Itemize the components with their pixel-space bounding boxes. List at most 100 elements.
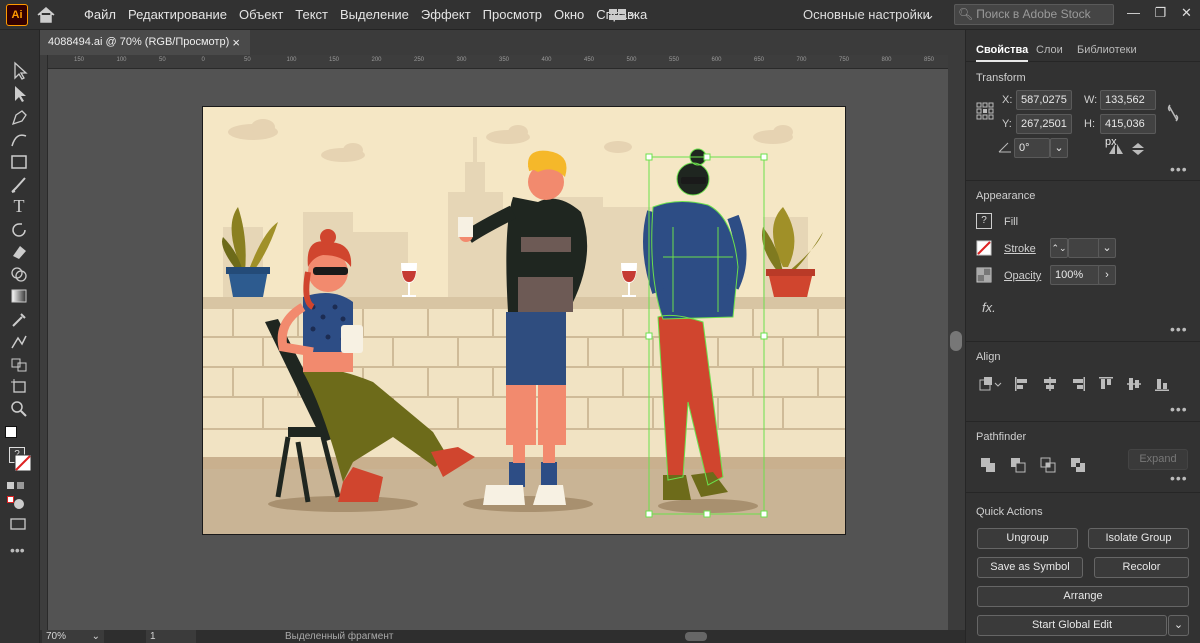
eyedropper-tool-icon[interactable] [8,309,30,329]
recolor-button[interactable]: Recolor [1094,557,1189,578]
rotation-angle-field[interactable]: 0° [1014,138,1050,158]
stroke-weight-stepper[interactable]: ⌃⌄ [1050,238,1068,258]
curvature-tool-icon[interactable] [8,130,30,150]
ruler-tick-label: 250 [414,57,425,63]
artboard[interactable] [202,106,846,535]
menu-view[interactable]: Просмотр [477,0,548,30]
isolate-group-button[interactable]: Isolate Group [1088,528,1189,549]
align-right-icon[interactable] [1070,376,1086,392]
rectangle-tool-icon[interactable] [8,152,30,172]
draw-mode-icon[interactable] [8,494,30,514]
artboard-number-field[interactable]: 1 [146,630,196,643]
tab-layers[interactable]: Слои [1036,40,1063,62]
default-colors-icon[interactable] [5,426,17,438]
stroke-label[interactable]: Stroke [1004,239,1036,259]
menu-file[interactable]: Файл [78,0,122,30]
arrange-documents-icon[interactable] [608,7,636,23]
pathfinder-intersect-icon[interactable] [1040,457,1056,473]
start-global-edit-button[interactable]: Start Global Edit [977,615,1167,636]
opacity-field[interactable]: 100% [1050,265,1100,285]
pen-tool-icon[interactable] [8,107,30,127]
transform-more-icon[interactable]: ••• [1170,161,1188,177]
eraser-tool-icon[interactable] [8,242,30,262]
stock-search-field[interactable]: 🔍︎ Поиск в Adobe Stock [954,4,1114,25]
close-tab-icon[interactable]: × [232,30,240,55]
menu-effect[interactable]: Эффект [415,0,477,30]
type-tool-icon[interactable]: T [8,196,30,216]
horizontal-scrollbar-thumb[interactable] [685,632,707,641]
x-label: X: [1002,94,1013,106]
menu-select[interactable]: Выделение [334,0,415,30]
tab-properties[interactable]: Свойства [976,40,1029,62]
h-label: H: [1084,118,1095,130]
shape-builder-tool-icon[interactable] [8,264,30,284]
pathfinder-exclude-icon[interactable] [1070,457,1086,473]
pathfinder-unite-icon[interactable] [980,457,996,473]
opacity-dropdown[interactable]: › [1098,265,1116,285]
paintbrush-tool-icon[interactable] [8,175,30,195]
color-mode-buttons[interactable] [7,478,33,503]
align-more-icon[interactable]: ••• [1170,401,1188,417]
fill-swatch[interactable]: ? [976,213,992,229]
scrollbar-thumb[interactable] [950,331,962,351]
stroke-weight-dropdown[interactable]: ⌄ [1098,238,1116,258]
tab-libraries[interactable]: Библиотеки [1077,40,1137,62]
screen-mode-icon[interactable] [8,514,30,534]
more-tools-icon[interactable]: ••• [10,542,25,558]
document-tab-bar: 4088494.ai @ 70% (RGB/Просмотр) × [40,30,965,55]
width-field[interactable]: 133,562 px [1100,90,1156,124]
artboard-tool-icon[interactable] [8,376,30,396]
menu-edit[interactable]: Редактирование [122,0,233,30]
pathfinder-minus-front-icon[interactable] [1010,457,1026,473]
ruler-tick-label: 800 [881,57,892,63]
stroke-none-swatch[interactable] [14,454,32,472]
home-icon[interactable] [36,5,56,25]
direct-selection-tool-icon[interactable] [8,84,30,104]
minimize-icon[interactable]: — [1120,0,1147,29]
align-vertical-center-icon[interactable] [1126,376,1142,392]
menu-window[interactable]: Окно [548,0,590,30]
flip-vertical-icon[interactable] [1130,142,1146,156]
stroke-weight-field[interactable] [1068,238,1100,258]
arrange-button[interactable]: Arrange [977,586,1189,607]
selection-tool-icon[interactable] [8,61,30,81]
rotate-tool-icon[interactable] [8,220,30,240]
workspace-switcher[interactable]: Основные настройки ⌄ [803,5,937,25]
stroke-swatch[interactable] [976,240,992,256]
zoom-tool-icon[interactable] [8,399,30,419]
close-window-icon[interactable]: ✕ [1173,0,1200,29]
gradient-tool-icon[interactable] [8,286,30,306]
effects-icon[interactable]: fx. [982,300,996,315]
opacity-label[interactable]: Opacity [1004,266,1041,286]
symbol-sprayer-tool-icon[interactable] [8,354,30,374]
zoom-level: 70% [46,631,67,642]
align-bottom-icon[interactable] [1154,376,1170,392]
menu-type[interactable]: Текст [289,0,334,30]
expand-button[interactable]: Expand [1128,449,1188,470]
maximize-icon[interactable]: ❐ [1147,0,1174,29]
save-as-symbol-button[interactable]: Save as Symbol [977,557,1083,578]
zoom-level-field[interactable]: 70% ⌄ [42,630,104,643]
ruler-tick-label: 100 [286,57,297,63]
align-top-icon[interactable] [1098,376,1114,392]
document-tab[interactable]: 4088494.ai @ 70% (RGB/Просмотр) × [40,30,250,55]
x-position-field[interactable]: 587,0275 p [1016,90,1072,124]
vertical-scrollbar[interactable] [948,55,965,630]
align-to-icon[interactable] [978,376,1004,392]
height-field[interactable]: 415,036 px [1100,114,1156,148]
align-title: Align [976,351,1001,363]
ungroup-button[interactable]: Ungroup [977,528,1078,549]
y-position-field[interactable]: 267,2501 p [1016,114,1072,148]
menu-object[interactable]: Объект [233,0,289,30]
align-horizontal-center-icon[interactable] [1042,376,1058,392]
appearance-more-icon[interactable]: ••• [1170,321,1188,337]
reference-point-icon[interactable] [976,102,994,120]
quick-actions-title: Quick Actions [976,506,1043,518]
constrain-proportions-icon[interactable] [1164,102,1182,124]
angle-dropdown[interactable]: ⌄ [1050,138,1068,158]
align-left-icon[interactable] [1014,376,1030,392]
global-edit-options-button[interactable]: ⌄ [1168,615,1189,636]
blend-tool-icon[interactable] [8,332,30,352]
flip-horizontal-icon[interactable] [1108,142,1124,156]
pathfinder-more-icon[interactable]: ••• [1170,470,1188,486]
